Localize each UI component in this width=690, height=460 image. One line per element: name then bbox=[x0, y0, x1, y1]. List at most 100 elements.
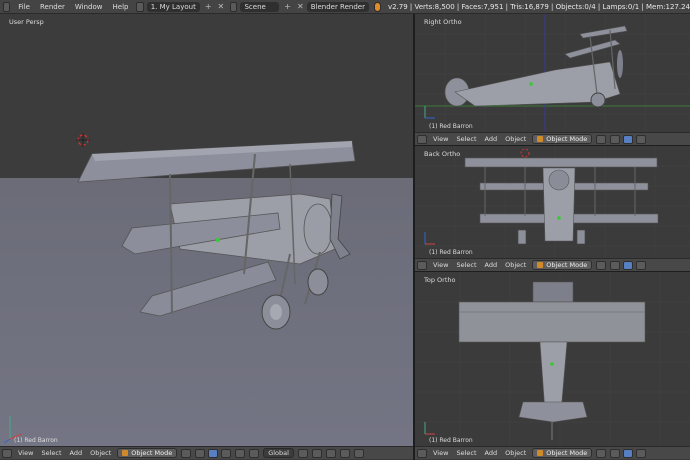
viewport-right-ortho[interactable]: Right Ortho (1) Red Barron bbox=[415, 14, 690, 132]
object-mode-icon bbox=[537, 136, 544, 142]
menu-help[interactable]: Help bbox=[108, 3, 134, 11]
menu-view[interactable]: View bbox=[429, 449, 452, 457]
pivot-icon[interactable] bbox=[195, 448, 206, 458]
lock-icon[interactable] bbox=[325, 448, 336, 458]
active-object-label: (1) Red Barron bbox=[429, 249, 473, 256]
screen-layout-icon[interactable] bbox=[136, 1, 144, 12]
scene-icon[interactable] bbox=[230, 1, 238, 12]
object-mode-icon bbox=[537, 262, 544, 268]
translate-icon[interactable] bbox=[636, 448, 647, 458]
menu-object[interactable]: Object bbox=[86, 449, 115, 457]
viewport-back-ortho[interactable]: Back Ortho (1) Red Barron bbox=[415, 146, 690, 258]
manipulator-toggle-icon[interactable] bbox=[208, 448, 219, 458]
scene-selector[interactable]: Scene bbox=[240, 1, 280, 12]
viewport-header-top: View Select Add Object Object Mode bbox=[415, 446, 690, 459]
translate-icon[interactable] bbox=[636, 260, 647, 270]
render-engine-selector[interactable]: Blender Render bbox=[306, 1, 369, 12]
pivot-icon[interactable] bbox=[610, 134, 621, 144]
mode-selector[interactable]: Object Mode bbox=[532, 134, 593, 144]
mode-label: Object Mode bbox=[131, 449, 173, 457]
viewport-label: User Persp bbox=[9, 18, 44, 26]
layers-icon-2[interactable] bbox=[311, 448, 322, 458]
render-icon[interactable] bbox=[353, 448, 364, 458]
blender-logo-icon bbox=[373, 1, 381, 12]
rotate-icon[interactable] bbox=[235, 448, 246, 458]
viewport-header-persp: View Select Add Object Object Mode Globa… bbox=[0, 446, 413, 459]
wheel-right bbox=[307, 268, 329, 296]
menu-add[interactable]: Add bbox=[481, 261, 502, 269]
menu-view[interactable]: View bbox=[429, 261, 452, 269]
menu-select[interactable]: Select bbox=[452, 449, 480, 457]
menu-select[interactable]: Select bbox=[452, 135, 480, 143]
axis-gizmo-icon bbox=[424, 106, 435, 119]
shading-icon[interactable] bbox=[596, 260, 607, 270]
menu-file[interactable]: File bbox=[13, 3, 35, 11]
3d-cursor-icon bbox=[76, 133, 90, 147]
editor-type-icon[interactable] bbox=[3, 1, 11, 12]
tail-top bbox=[518, 401, 588, 423]
info-header: File Render Window Help 1. My Layout + ✕… bbox=[0, 0, 690, 14]
propeller-side bbox=[617, 50, 623, 78]
orientation-selector[interactable]: Global bbox=[263, 448, 294, 458]
mode-selector[interactable]: Object Mode bbox=[532, 448, 593, 458]
viewport-header-back: View Select Add Object Object Mode bbox=[415, 258, 690, 271]
editor-type-icon[interactable] bbox=[417, 260, 427, 270]
menu-object[interactable]: Object bbox=[501, 135, 530, 143]
viewport-label: Top Ortho bbox=[424, 276, 456, 284]
manipulator-toggle-icon[interactable] bbox=[623, 448, 634, 458]
right-scene bbox=[415, 14, 690, 132]
menu-object[interactable]: Object bbox=[501, 261, 530, 269]
manipulator-toggle-icon[interactable] bbox=[623, 134, 634, 144]
mode-label: Object Mode bbox=[546, 135, 588, 143]
editor-type-icon[interactable] bbox=[417, 134, 427, 144]
active-object-label: (1) Red Barron bbox=[429, 123, 473, 130]
close-layout-icon[interactable]: ✕ bbox=[218, 2, 225, 11]
pivot-icon[interactable] bbox=[610, 260, 621, 270]
viewport-top-ortho[interactable]: Top Ortho (1) Red Barron bbox=[415, 272, 690, 446]
layout-selector[interactable]: 1. My Layout bbox=[146, 1, 200, 12]
menu-window[interactable]: Window bbox=[70, 3, 108, 11]
shading-icon[interactable] bbox=[596, 448, 607, 458]
menu-view[interactable]: View bbox=[14, 449, 37, 457]
menu-object[interactable]: Object bbox=[501, 449, 530, 457]
object-mode-icon bbox=[122, 450, 129, 456]
shading-icon[interactable] bbox=[596, 134, 607, 144]
mode-selector[interactable]: Object Mode bbox=[117, 448, 178, 458]
active-object-label: (1) Red Barron bbox=[429, 437, 473, 444]
axis-gizmo-icon bbox=[424, 232, 435, 245]
mode-label: Object Mode bbox=[546, 449, 588, 457]
scale-icon[interactable] bbox=[249, 448, 260, 458]
translate-icon[interactable] bbox=[221, 448, 232, 458]
render-engine-name: Blender Render bbox=[310, 2, 365, 11]
close-scene-icon[interactable]: ✕ bbox=[297, 2, 304, 11]
menu-add[interactable]: Add bbox=[481, 135, 502, 143]
layers-icon[interactable] bbox=[297, 448, 308, 458]
axis-gizmo-icon bbox=[424, 422, 435, 435]
editor-type-icon[interactable] bbox=[2, 448, 12, 458]
lower-wing bbox=[139, 261, 277, 317]
pivot-icon[interactable] bbox=[610, 448, 621, 458]
editor-type-icon[interactable] bbox=[417, 448, 427, 458]
add-layout-icon[interactable]: + bbox=[205, 2, 212, 11]
persp-scene bbox=[3, 133, 356, 444]
add-scene-icon[interactable]: + bbox=[284, 2, 291, 11]
menu-add[interactable]: Add bbox=[481, 449, 502, 457]
mode-selector[interactable]: Object Mode bbox=[532, 260, 593, 270]
menu-view[interactable]: View bbox=[429, 135, 452, 143]
menu-render[interactable]: Render bbox=[35, 3, 70, 11]
orientation-label: Global bbox=[268, 449, 289, 457]
menu-select[interactable]: Select bbox=[452, 261, 480, 269]
shading-icon[interactable] bbox=[181, 448, 192, 458]
menu-select[interactable]: Select bbox=[37, 449, 65, 457]
viewport-label: Right Ortho bbox=[424, 18, 462, 26]
viewport-user-persp[interactable]: User Persp (1) Red Barron bbox=[0, 14, 413, 446]
scene-name: Scene bbox=[244, 2, 266, 11]
active-object-label: (1) Red Barron bbox=[14, 437, 58, 444]
scene-statistics: v2.79 | Verts:8,500 | Faces:7,951 | Tris… bbox=[387, 2, 690, 11]
upper-wing-top bbox=[458, 301, 646, 343]
top-scene bbox=[415, 272, 690, 446]
menu-add[interactable]: Add bbox=[66, 449, 87, 457]
snap-icon[interactable] bbox=[339, 448, 350, 458]
translate-icon[interactable] bbox=[636, 134, 647, 144]
manipulator-toggle-icon[interactable] bbox=[623, 260, 634, 270]
